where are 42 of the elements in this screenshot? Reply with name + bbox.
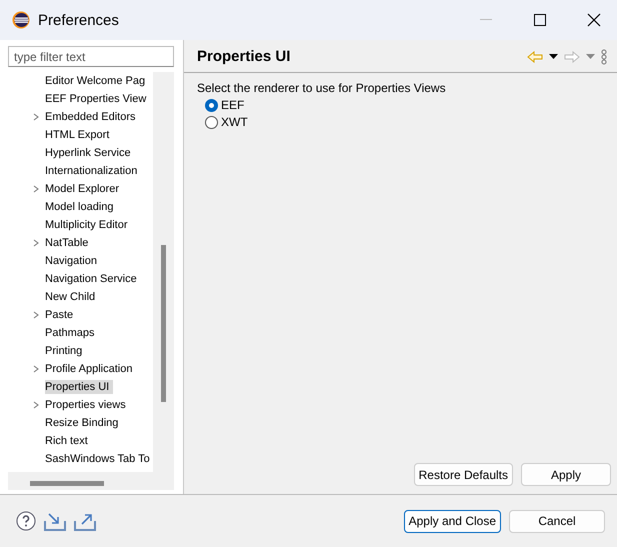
scrollbar-thumb[interactable] <box>30 481 104 486</box>
tree-item[interactable]: Properties views <box>45 398 130 412</box>
scrollbar-thumb[interactable] <box>161 245 166 402</box>
tree-item[interactable]: Model loading <box>45 200 118 214</box>
apply-and-close-button[interactable]: Apply and Close <box>404 510 501 532</box>
tree-item[interactable]: Multiplicity Editor <box>45 218 132 232</box>
tree-item[interactable]: Navigation Service <box>45 272 141 286</box>
radio-option[interactable]: EEF <box>205 98 604 112</box>
tree-item[interactable]: EEF Properties View <box>45 92 150 106</box>
more-icon[interactable] <box>601 48 607 64</box>
window-title: Preferences <box>38 12 120 28</box>
import-icon[interactable] <box>44 511 66 531</box>
description-text: Select the renderer to use for Properties Views <box>197 81 447 95</box>
page-title: Properties UI <box>197 48 292 65</box>
cancel-button[interactable]: Cancel <box>509 510 605 532</box>
tree-item[interactable]: Editor Welcome Pag <box>45 74 150 88</box>
tree-item[interactable]: Internationalization <box>45 164 142 178</box>
restore-defaults-button[interactable]: Restore Defaults <box>414 463 513 486</box>
tree-item[interactable]: Resize Binding <box>45 416 122 430</box>
radio-option[interactable]: XWT <box>205 115 604 129</box>
dropdown-icon[interactable] <box>549 54 558 59</box>
tree-item[interactable]: Paste <box>45 308 78 322</box>
tree-item[interactable]: Hyperlink Service <box>45 146 135 160</box>
tree-item[interactable]: HTML Export <box>45 128 114 142</box>
tree-item[interactable]: Model Explorer <box>45 182 123 196</box>
close-icon[interactable] <box>587 13 601 27</box>
tree-item[interactable]: Properties UI <box>45 380 114 394</box>
tree-item[interactable]: Navigation <box>45 254 101 268</box>
tree-item[interactable]: New Child <box>45 290 100 304</box>
export-icon[interactable] <box>74 511 96 531</box>
tree-item[interactable]: SashWindows Tab To <box>45 452 154 466</box>
tree-item[interactable]: Embedded Editors <box>45 110 140 124</box>
maximize-icon[interactable] <box>534 14 546 26</box>
app-logo-icon <box>12 11 30 29</box>
tree-item[interactable]: Printing <box>45 344 86 358</box>
tree-item[interactable]: Profile Application <box>45 362 136 376</box>
filter-field[interactable]: type filter text <box>8 46 174 67</box>
tree-item[interactable]: NatTable <box>45 236 92 250</box>
help-icon[interactable] <box>16 511 36 531</box>
apply-button[interactable]: Apply <box>521 463 611 486</box>
tree-item[interactable]: Pathmaps <box>45 326 99 340</box>
tree-item[interactable]: Rich text <box>45 434 92 448</box>
